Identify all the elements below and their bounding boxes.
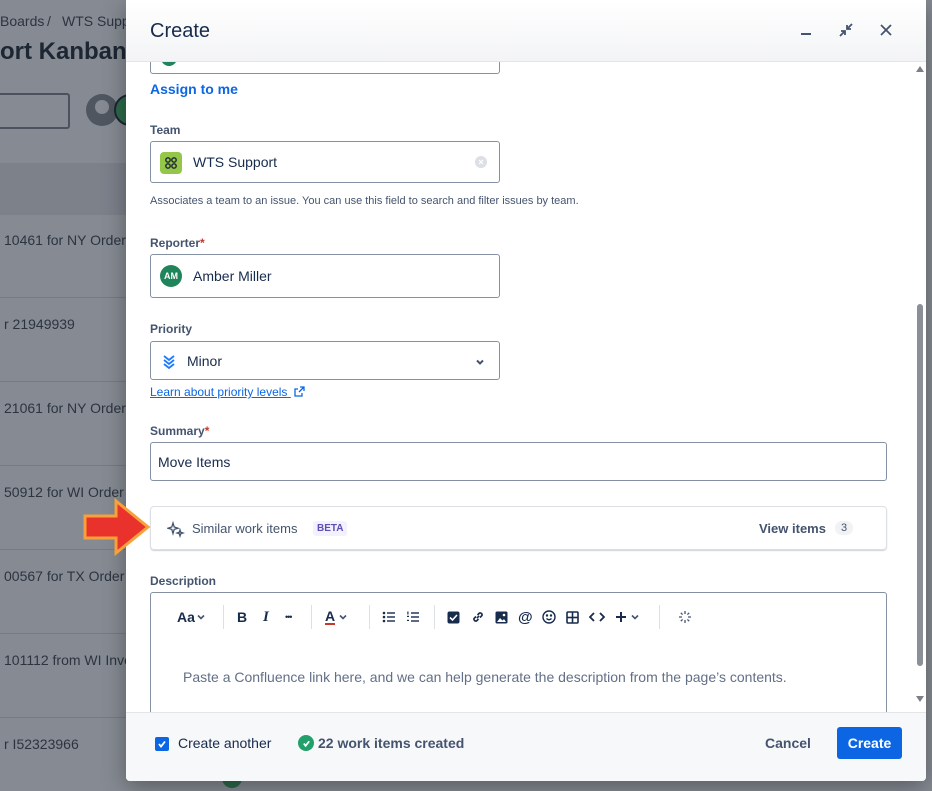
create-another-label[interactable]: Create another xyxy=(178,735,271,751)
bullet-list-icon[interactable] xyxy=(382,607,396,627)
card-title: 00567 for TX Order l xyxy=(4,568,130,584)
team-value: WTS Support xyxy=(193,154,278,170)
toolbar-divider xyxy=(659,605,660,629)
annotation-arrow-icon xyxy=(83,497,151,557)
assign-to-me-link[interactable]: Assign to me xyxy=(150,81,238,97)
close-icon[interactable] xyxy=(874,18,898,42)
card-title: 101112 from WI Inve xyxy=(4,652,130,668)
team-label: Team xyxy=(150,123,181,137)
bold-button[interactable]: B xyxy=(237,607,247,627)
scroll-thumb[interactable] xyxy=(917,304,923,666)
created-status-text: 22 work items created xyxy=(318,735,465,751)
board-card[interactable]: 10461 for NY Order xyxy=(0,216,130,298)
dialog-footer: Create another 22 work items created Can… xyxy=(126,712,926,781)
reporter-label: Reporter* xyxy=(150,236,205,250)
board-search-input[interactable] xyxy=(0,93,70,129)
summary-value: Move Items xyxy=(158,454,231,470)
minimize-icon[interactable] xyxy=(794,18,818,42)
create-button[interactable]: Create xyxy=(837,727,902,759)
breadcrumb-boards[interactable]: Boards xyxy=(0,13,44,29)
required-marker: * xyxy=(200,236,205,250)
card-title: 21061 for NY Order xyxy=(4,400,126,416)
card-title: 10461 for NY Order xyxy=(4,232,126,248)
chevron-down-icon xyxy=(474,355,486,373)
clear-icon[interactable] xyxy=(475,156,487,168)
reporter-value: Amber Miller xyxy=(193,268,272,284)
priority-value: Minor xyxy=(187,353,223,369)
italic-button[interactable]: I xyxy=(263,607,269,627)
table-icon[interactable] xyxy=(566,607,579,627)
sparkle-icon xyxy=(165,520,185,543)
toolbar-divider xyxy=(369,605,370,629)
summary-input[interactable]: Move Items xyxy=(150,442,887,481)
breadcrumb-project[interactable]: WTS Supp xyxy=(62,13,130,29)
board-card[interactable]: 101112 from WI Inve xyxy=(0,636,130,718)
toolbar-divider xyxy=(434,605,435,629)
reporter-field[interactable]: AM Amber Miller xyxy=(150,254,500,298)
scroll-down-arrow[interactable] xyxy=(916,696,924,702)
text-style-button[interactable]: Aa xyxy=(177,607,206,627)
ai-assist-icon[interactable] xyxy=(678,607,692,627)
card-title: r I52323966 xyxy=(4,736,79,752)
assignee-field[interactable] xyxy=(150,62,500,74)
avatar: AM xyxy=(160,265,182,287)
similar-work-items-panel[interactable]: Similar work items BETA View items 3 xyxy=(150,506,887,550)
board-card[interactable]: 21061 for NY Order xyxy=(0,384,130,466)
team-field[interactable]: WTS Support xyxy=(150,141,500,183)
view-items-button[interactable]: View items xyxy=(759,521,826,536)
priority-select[interactable]: Minor xyxy=(150,341,500,380)
collapse-icon[interactable] xyxy=(834,18,858,42)
text-style-label: Aa xyxy=(177,609,195,625)
create-dialog: Create Assign to me Team WTS Support Ass xyxy=(126,0,926,781)
priority-label: Priority xyxy=(150,322,193,336)
learn-priority-link[interactable]: Learn about priority levels xyxy=(150,385,305,400)
board-card[interactable]: 00567 for TX Order l xyxy=(0,552,130,634)
mention-icon[interactable]: @ xyxy=(518,607,533,627)
code-icon[interactable] xyxy=(589,607,605,627)
summary-label-text: Summary xyxy=(150,424,205,438)
emoji-icon[interactable] xyxy=(542,607,556,627)
breadcrumb-separator: / xyxy=(47,13,51,29)
toolbar-divider xyxy=(311,605,312,629)
toolbar-divider xyxy=(223,605,224,629)
action-item-icon[interactable] xyxy=(447,607,460,627)
column-header xyxy=(0,163,130,215)
image-icon[interactable] xyxy=(495,607,508,627)
priority-minor-icon xyxy=(162,353,176,374)
external-link-icon xyxy=(294,386,305,400)
text-color-button[interactable]: A xyxy=(325,607,348,627)
team-icon xyxy=(160,152,182,174)
numbered-list-icon[interactable] xyxy=(406,607,420,627)
summary-label: Summary* xyxy=(150,424,209,438)
avatar xyxy=(161,62,177,66)
board-card[interactable]: r I52323966 xyxy=(0,720,130,791)
reporter-label-text: Reporter xyxy=(150,236,201,250)
description-label: Description xyxy=(150,574,217,588)
team-help-text: Associates a team to an issue. You can u… xyxy=(150,195,579,207)
link-icon[interactable] xyxy=(471,607,485,627)
board-title: ort Kanban xyxy=(0,38,127,65)
required-marker: * xyxy=(204,424,210,438)
more-formatting-button[interactable]: ••• xyxy=(285,607,293,627)
success-check-icon xyxy=(298,735,314,751)
card-title: r 21949939 xyxy=(4,316,75,332)
dialog-title: Create xyxy=(150,20,211,42)
cancel-button[interactable]: Cancel xyxy=(754,727,822,759)
dialog-header: Create xyxy=(126,0,926,62)
board-card[interactable]: r 21949939 xyxy=(0,300,130,382)
similar-count-badge: 3 xyxy=(835,521,854,535)
create-another-checkbox[interactable] xyxy=(155,737,169,751)
similar-label: Similar work items xyxy=(192,521,298,536)
beta-badge: BETA xyxy=(313,521,348,536)
description-placeholder: Paste a Confluence link here, and we can… xyxy=(183,669,787,685)
dialog-content[interactable]: Assign to me Team WTS Support Associates… xyxy=(126,62,916,712)
dialog-scrollbar[interactable] xyxy=(914,64,926,710)
insert-more-button[interactable] xyxy=(615,607,640,627)
text-color-label: A xyxy=(325,608,336,625)
scroll-up-arrow[interactable] xyxy=(916,66,924,72)
learn-priority-text: Learn about priority levels xyxy=(150,385,288,399)
description-editor[interactable]: Aa B I ••• A @ Paste a Confluence link h… xyxy=(150,592,887,712)
